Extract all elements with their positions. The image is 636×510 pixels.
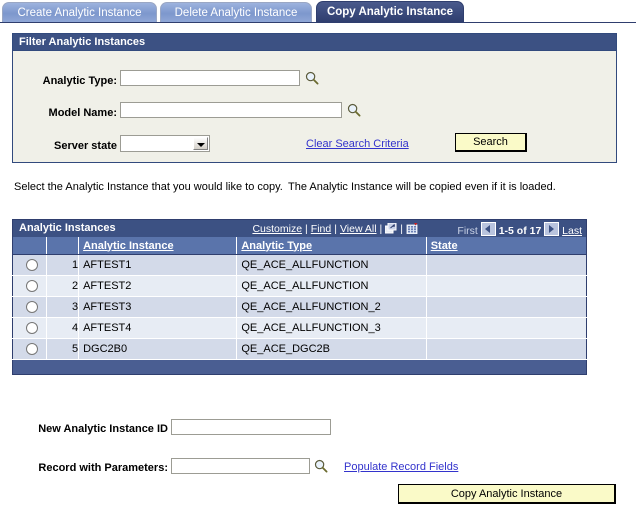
- tab-delete-analytic-instance[interactable]: Delete Analytic Instance: [160, 2, 312, 22]
- grid-tools: Customize | Find | View All | |: [252, 222, 418, 235]
- tab-active-connector: [316, 22, 464, 23]
- cell-analytic-type: QE_ACE_ALLFUNCTION_3: [236, 317, 427, 339]
- clear-search-criteria-link[interactable]: Clear Search Criteria: [306, 138, 409, 150]
- populate-record-fields-link[interactable]: Populate Record Fields: [344, 461, 458, 473]
- filter-analytic-instances-panel: Filter Analytic Instances Analytic Type:…: [12, 33, 617, 163]
- analytic-instances-table: Analytic Instance Analytic Type State 1 …: [12, 237, 587, 360]
- record-with-parameters-label: Record with Parameters:: [38, 462, 168, 474]
- cell-analytic-instance: AFTEST4: [78, 317, 238, 339]
- cell-analytic-instance: AFTEST1: [78, 254, 238, 276]
- table-row[interactable]: 2 AFTEST2 QE_ACE_ALLFUNCTION: [12, 275, 587, 297]
- cell-analytic-instance: AFTEST2: [78, 275, 238, 297]
- row-select-cell[interactable]: [12, 275, 48, 297]
- tool-separator-4: |: [400, 223, 403, 235]
- cell-analytic-type: QE_ACE_ALLFUNCTION: [236, 275, 427, 297]
- sort-analytic-type-link[interactable]: Analytic Type: [241, 240, 312, 252]
- filter-panel-header: Filter Analytic Instances: [13, 34, 616, 51]
- new-analytic-instance-id-label: New Analytic Instance ID: [38, 423, 168, 435]
- table-header-row: Analytic Instance Analytic Type State: [12, 237, 587, 255]
- row-number-cell: 5: [46, 338, 80, 360]
- table-row[interactable]: 1 AFTEST1 QE_ACE_ALLFUNCTION: [12, 254, 587, 276]
- sort-state-link[interactable]: State: [431, 240, 458, 252]
- row-select-cell[interactable]: [12, 317, 48, 339]
- row-number-cell: 3: [46, 296, 80, 318]
- cell-state: [426, 296, 587, 318]
- analytic-type-input[interactable]: [120, 70, 300, 86]
- row-select-cell[interactable]: [12, 296, 48, 318]
- cell-analytic-instance: AFTEST3: [78, 296, 238, 318]
- tool-separator-1: |: [305, 223, 308, 235]
- new-analytic-instance-id-input[interactable]: [171, 419, 331, 435]
- cell-state: [426, 317, 587, 339]
- previous-page-arrow-icon[interactable]: [480, 222, 496, 236]
- instruction-text-right: The Analytic Instance will be copied eve…: [288, 181, 556, 193]
- sort-analytic-instance-link[interactable]: Analytic Instance: [83, 240, 173, 252]
- tab-copy-analytic-instance[interactable]: Copy Analytic Instance: [316, 1, 464, 22]
- tab-create-analytic-instance[interactable]: Create Analytic Instance: [2, 2, 157, 22]
- tab-bar: Create Analytic Instance Delete Analytic…: [0, 0, 636, 26]
- view-all-link[interactable]: View All: [340, 223, 377, 235]
- download-grid-icon[interactable]: [406, 223, 418, 235]
- table-row[interactable]: 3 AFTEST3 QE_ACE_ALLFUNCTION_2: [12, 296, 587, 318]
- row-radio[interactable]: [25, 280, 38, 293]
- column-header-analytic-instance: Analytic Instance: [78, 237, 238, 255]
- next-page-arrow-icon[interactable]: [544, 222, 560, 236]
- row-number-cell: 2: [46, 275, 80, 297]
- grid-title-bar: Analytic Instances Customize | Find | View A…: [12, 219, 587, 237]
- row-number-cell: 4: [46, 317, 80, 339]
- tool-separator-2: |: [334, 223, 337, 235]
- page-range-label: 1-5 of 17: [498, 225, 542, 237]
- grid-pagination: First 1-5 of 17 Last: [457, 222, 582, 237]
- column-header-state: State: [426, 237, 587, 255]
- first-page-label[interactable]: First: [457, 225, 477, 237]
- table-row[interactable]: 5 DGC2B0 QE_ACE_DGC2B: [12, 338, 587, 360]
- grid-title: Analytic Instances: [19, 222, 116, 234]
- row-radio[interactable]: [25, 259, 38, 272]
- chevron-down-icon[interactable]: [193, 137, 208, 150]
- column-header-rownum: [46, 237, 80, 255]
- cell-analytic-instance: DGC2B0: [78, 338, 238, 360]
- magnifier-icon[interactable]: [305, 71, 319, 85]
- cell-state: [426, 338, 587, 360]
- row-select-cell[interactable]: [12, 254, 48, 276]
- row-radio[interactable]: [25, 343, 38, 356]
- analytic-instances-grid: Analytic Instances Customize | Find | View A…: [12, 219, 587, 375]
- server-state-label: Server state: [54, 140, 117, 152]
- magnifier-icon[interactable]: [314, 459, 328, 473]
- model-name-label: Model Name:: [48, 107, 117, 119]
- column-header-analytic-type: Analytic Type: [236, 237, 427, 255]
- analytic-type-label: Analytic Type:: [42, 75, 117, 87]
- cell-state: [426, 254, 587, 276]
- table-row[interactable]: 4 AFTEST4 QE_ACE_ALLFUNCTION_3: [12, 317, 587, 339]
- magnifier-icon[interactable]: [347, 103, 361, 117]
- customize-link[interactable]: Customize: [252, 223, 302, 235]
- tool-separator-3: |: [379, 223, 383, 235]
- cell-analytic-type: QE_ACE_ALLFUNCTION_2: [236, 296, 427, 318]
- search-button[interactable]: Search: [455, 133, 527, 152]
- cell-analytic-type: QE_ACE_ALLFUNCTION: [236, 254, 427, 276]
- cell-analytic-type: QE_ACE_DGC2B: [236, 338, 427, 360]
- row-number-cell: 1: [46, 254, 80, 276]
- cell-state: [426, 275, 587, 297]
- row-select-cell[interactable]: [12, 338, 48, 360]
- model-name-input[interactable]: [120, 102, 342, 118]
- row-radio[interactable]: [25, 301, 38, 314]
- find-link[interactable]: Find: [311, 223, 331, 235]
- server-state-select[interactable]: [120, 135, 210, 152]
- expand-window-icon[interactable]: [384, 222, 397, 234]
- instruction-text-left: Select the Analytic Instance that you wo…: [14, 181, 283, 193]
- copy-analytic-instance-button[interactable]: Copy Analytic Instance: [398, 484, 616, 504]
- grid-footer-bar: [12, 360, 587, 375]
- row-radio[interactable]: [25, 322, 38, 335]
- record-with-parameters-input[interactable]: [171, 458, 310, 474]
- last-page-link[interactable]: Last: [562, 225, 582, 237]
- column-header-select: [12, 237, 48, 255]
